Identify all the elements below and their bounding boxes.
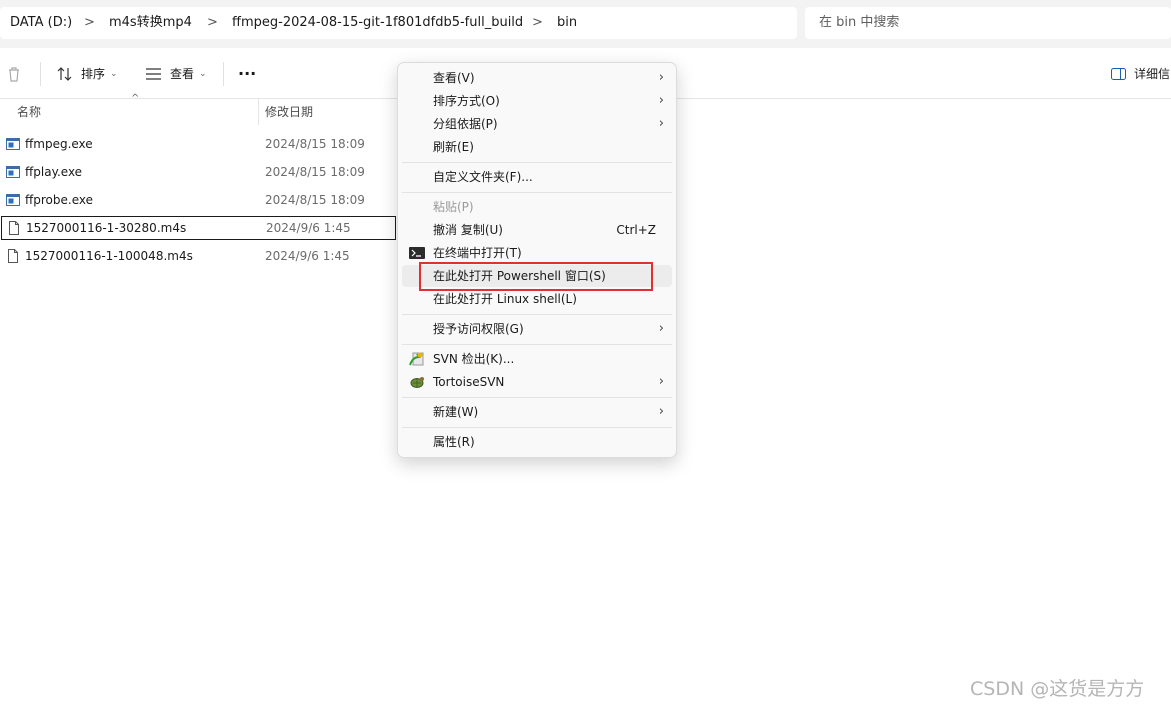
file-name: ffmpeg.exe (25, 137, 93, 151)
file-date: 2024/8/15 18:09 (265, 137, 365, 151)
file-name: ffplay.exe (25, 165, 83, 179)
breadcrumb-folder[interactable]: m4s转换mp4 (109, 7, 192, 39)
sort-ascending-icon: ^ (131, 93, 140, 104)
menu-item-open-terminal[interactable]: 在终端中打开(T) (402, 242, 672, 264)
menu-separator (402, 427, 672, 428)
more-button[interactable]: ··· (238, 50, 256, 98)
view-label: 查看 (170, 67, 195, 81)
shortcut-label: Ctrl+Z (616, 223, 656, 237)
chevron-right-icon: > (84, 15, 95, 30)
menu-item-customize-folder[interactable]: 自定义文件夹(F)... (402, 166, 672, 188)
chevron-right-icon: › (658, 404, 664, 419)
menu-item-label: 刷新(E) (433, 140, 474, 154)
breadcrumb-drive[interactable]: DATA (D:) (10, 7, 72, 39)
menu-separator (402, 192, 672, 193)
menu-item-view[interactable]: 查看(V) › (402, 67, 672, 89)
menu-item-label: SVN 检出(K)... (433, 352, 515, 366)
menu-item-label: 排序方式(O) (433, 94, 500, 108)
divider (223, 62, 224, 86)
watermark: CSDN @这货是方方 (970, 678, 1145, 700)
chevron-right-icon: › (658, 321, 664, 336)
menu-item-label: 在此处打开 Linux shell(L) (433, 292, 577, 306)
menu-item-refresh[interactable]: 刷新(E) (402, 136, 672, 158)
menu-item-svn-checkout[interactable]: SVN 检出(K)... (402, 348, 672, 370)
chevron-right-icon: › (658, 93, 664, 108)
view-icon (146, 68, 161, 80)
column-header-name[interactable]: 名称 (17, 99, 41, 125)
address-bar-area: DATA (D:) > m4s转换mp4 > ffmpeg-2024-08-15… (0, 0, 1171, 48)
menu-item-grant-access[interactable]: 授予访问权限(G) › (402, 318, 672, 340)
file-row-focused[interactable]: 1527000116-1-30280.m4s 2024/9/6 1:45 (1, 216, 396, 240)
menu-item-properties[interactable]: 属性(R) (402, 431, 672, 453)
delete-icon[interactable] (7, 66, 21, 82)
context-menu: 查看(V) › 排序方式(O) › 分组依据(P) › 刷新(E) 自定义文件夹… (397, 62, 677, 458)
file-icon (8, 249, 18, 263)
file-name: 1527000116-1-100048.m4s (25, 249, 193, 263)
menu-item-sort-by[interactable]: 排序方式(O) › (402, 90, 672, 112)
chevron-right-icon: > (532, 15, 543, 30)
file-name: 1527000116-1-30280.m4s (26, 221, 187, 235)
menu-separator (402, 314, 672, 315)
file-row[interactable]: 1527000116-1-100048.m4s 2024/9/6 1:45 (0, 244, 396, 268)
menu-item-label: 粘贴(P) (433, 200, 474, 214)
menu-item-undo-copy[interactable]: 撤消 复制(U) Ctrl+Z (402, 219, 672, 241)
sort-button[interactable]: 排序 ⌄ (57, 50, 121, 98)
menu-item-new[interactable]: 新建(W) › (402, 401, 672, 423)
terminal-icon (409, 247, 425, 259)
menu-item-label: 撤消 复制(U) (433, 223, 503, 237)
sort-label: 排序 (81, 67, 106, 81)
chevron-right-icon: › (658, 374, 664, 389)
file-date: 2024/8/15 18:09 (265, 193, 365, 207)
menu-item-label: 属性(R) (433, 435, 475, 449)
menu-item-label: 新建(W) (433, 405, 479, 419)
file-date: 2024/8/15 18:09 (265, 165, 365, 179)
file-row[interactable]: ffprobe.exe 2024/8/15 18:09 (0, 188, 396, 212)
menu-item-group-by[interactable]: 分组依据(P) › (402, 113, 672, 135)
chevron-down-icon: ⌄ (110, 69, 118, 79)
svn-checkout-icon (409, 352, 424, 366)
menu-separator (402, 344, 672, 345)
view-button[interactable]: 查看 ⌄ (146, 50, 210, 98)
file-date: 2024/9/6 1:45 (266, 221, 351, 235)
menu-item-open-linux-shell[interactable]: 在此处打开 Linux shell(L) (402, 288, 672, 310)
menu-separator (402, 397, 672, 398)
menu-item-label: 自定义文件夹(F)... (433, 170, 533, 184)
exe-icon (6, 138, 20, 150)
exe-icon (6, 166, 20, 178)
chevron-right-icon: › (658, 116, 664, 131)
file-row[interactable]: ffmpeg.exe 2024/8/15 18:09 (0, 132, 396, 156)
column-header-modified[interactable]: 修改日期 (265, 99, 313, 125)
file-icon (9, 221, 19, 235)
divider (40, 62, 41, 86)
details-pane-icon (1111, 68, 1126, 80)
chevron-right-icon: > (207, 15, 218, 30)
tortoisesvn-icon (410, 377, 424, 388)
menu-item-label: 分组依据(P) (433, 117, 498, 131)
details-pane-label: 详细信 (1134, 67, 1171, 81)
search-input[interactable]: 在 bin 中搜索 (805, 7, 1171, 39)
menu-item-label: 在终端中打开(T) (433, 246, 522, 260)
column-divider[interactable] (258, 99, 259, 125)
file-name: ffprobe.exe (25, 193, 93, 207)
search-placeholder: 在 bin 中搜索 (819, 15, 900, 30)
breadcrumb[interactable]: DATA (D:) > m4s转换mp4 > ffmpeg-2024-08-15… (0, 7, 797, 39)
highlight-annotation (419, 262, 653, 291)
breadcrumb-folder[interactable]: ffmpeg-2024-08-15-git-1f801dfdb5-full_bu… (232, 7, 523, 39)
menu-item-label: 授予访问权限(G) (433, 322, 524, 336)
exe-icon (6, 194, 20, 206)
sort-icon (57, 67, 72, 81)
menu-item-label: 查看(V) (433, 71, 475, 85)
menu-item-tortoisesvn[interactable]: TortoiseSVN › (402, 371, 672, 393)
breadcrumb-current[interactable]: bin (557, 7, 577, 39)
file-date: 2024/9/6 1:45 (265, 249, 350, 263)
menu-item-label: TortoiseSVN (433, 375, 505, 389)
chevron-right-icon: › (658, 70, 664, 85)
menu-separator (402, 162, 672, 163)
menu-item-paste: 粘贴(P) (402, 196, 672, 218)
file-row[interactable]: ffplay.exe 2024/8/15 18:09 (0, 160, 396, 184)
chevron-down-icon: ⌄ (199, 69, 207, 79)
